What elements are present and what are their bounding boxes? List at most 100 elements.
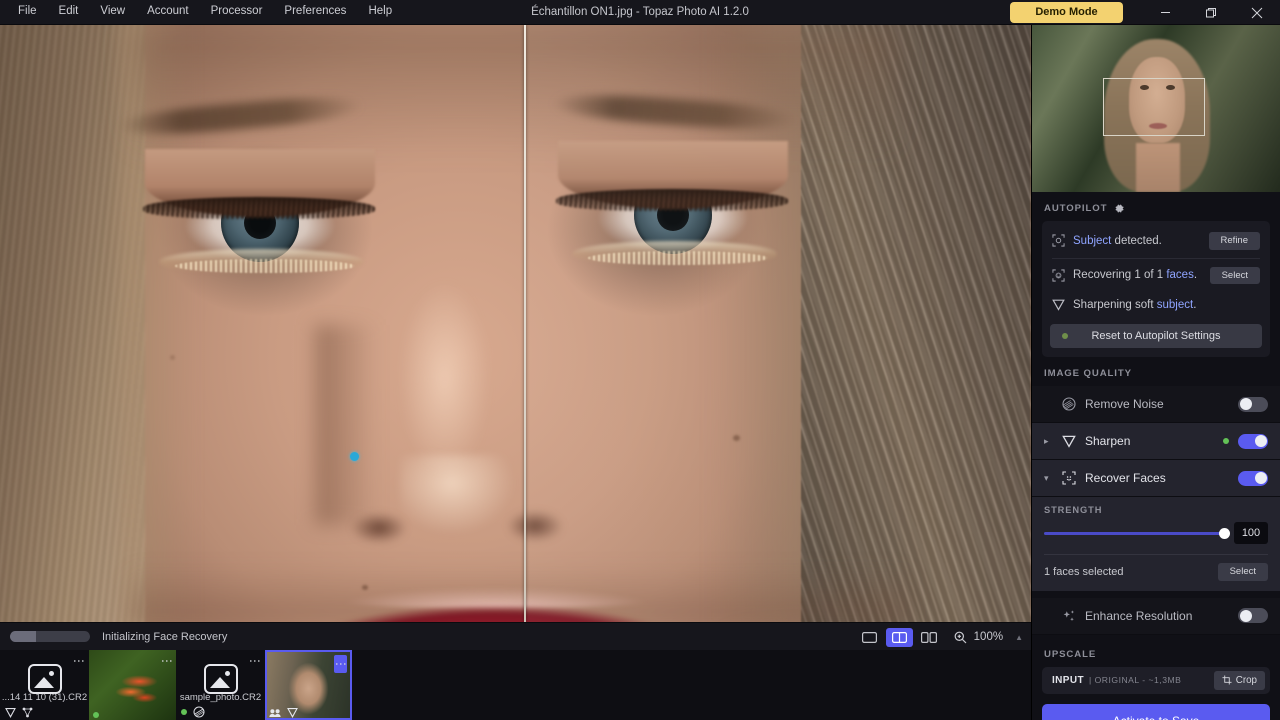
toggle-remove-noise[interactable]: [1238, 396, 1268, 412]
maximize-button[interactable]: [1188, 0, 1234, 25]
faces-selected-text: 1 faces selected: [1044, 565, 1124, 578]
preview-neck: [1136, 143, 1180, 192]
subject-link[interactable]: Subject: [1073, 235, 1111, 247]
filter-row-enhance-resolution[interactable]: Enhance Resolution: [1032, 597, 1280, 635]
filter-row-recover-faces[interactable]: ▾ Recover Faces: [1032, 460, 1280, 497]
select-faces-button[interactable]: Select: [1209, 266, 1260, 284]
refine-button[interactable]: Refine: [1208, 232, 1260, 250]
gear-icon[interactable]: [1114, 203, 1125, 214]
navigator-viewport-rect[interactable]: [1103, 78, 1205, 136]
image-canvas[interactable]: [0, 25, 1031, 622]
sharpen-icon: [5, 707, 16, 718]
activate-to-save-button[interactable]: Activate to Save: [1042, 703, 1270, 720]
autopilot-subject-text: Subject detected.: [1073, 235, 1162, 247]
faces-pre: Recovering 1 of 1: [1073, 269, 1167, 282]
kebab-menu-icon[interactable]: ⋮: [334, 655, 348, 673]
faces-icon: [269, 708, 281, 718]
menu-item-preferences[interactable]: Preferences: [273, 2, 357, 22]
filmstrip-item-badges: [93, 712, 99, 718]
zoom-control[interactable]: 100%: [954, 631, 1003, 644]
select-faces-button-2[interactable]: Select: [1217, 563, 1268, 581]
menu-bar: File Edit View Account Processor Prefere…: [0, 2, 403, 22]
upscale-input-card[interactable]: INPUT | ORIGINAL - ~1,3MB Crop: [1042, 666, 1270, 694]
subject-detect-icon: [1052, 234, 1065, 247]
faces-selected-row: 1 faces selected Select: [1044, 554, 1268, 581]
crop-icon: [1222, 675, 1232, 685]
zoom-in-icon: [954, 631, 967, 644]
title-bar: File Edit View Account Processor Prefere…: [0, 0, 1280, 25]
chevron-down-icon[interactable]: ▾: [1044, 473, 1053, 484]
slider-handle[interactable]: [1219, 527, 1230, 539]
navigator-preview[interactable]: [1032, 25, 1280, 192]
toggle-enhance-resolution[interactable]: [1238, 608, 1268, 623]
autopilot-title: AUTOPILOT: [1044, 203, 1108, 214]
view-mode-single[interactable]: [856, 628, 883, 647]
view-mode-split[interactable]: [885, 627, 913, 647]
input-label: INPUT: [1052, 674, 1084, 686]
menu-item-processor[interactable]: Processor: [200, 2, 274, 22]
chevron-right-icon[interactable]: ▸: [1044, 436, 1053, 447]
filmstrip-item-2[interactable]: sample_photo.CR2 ⋮: [177, 650, 264, 720]
crop-button[interactable]: Crop: [1213, 670, 1265, 690]
filmstrip-item-label: ...14 11 10 (31).CR2: [1, 692, 88, 703]
crop-button-label: Crop: [1235, 674, 1257, 686]
close-button[interactable]: [1234, 0, 1280, 25]
image-placeholder-icon: [203, 664, 238, 694]
faces-link[interactable]: faces: [1166, 269, 1194, 281]
toggle-recover-faces[interactable]: [1238, 470, 1268, 486]
reset-status-dot: [1062, 333, 1068, 339]
subject-link-2[interactable]: subject: [1157, 299, 1193, 311]
filter-label-enhance-resolution: Enhance Resolution: [1085, 608, 1193, 623]
toggle-sharpen[interactable]: [1238, 433, 1268, 449]
eye-right: [556, 141, 788, 269]
menu-item-view[interactable]: View: [89, 2, 136, 22]
eye-shimmer: [175, 259, 355, 273]
toggle-knob: [1239, 398, 1252, 410]
noise-icon: [1062, 397, 1076, 411]
nostril-right: [508, 511, 562, 541]
toggle-knob: [1239, 609, 1252, 622]
filter-label-sharpen: Sharpen: [1085, 434, 1131, 448]
filmstrip-item-0[interactable]: ...14 11 10 (31).CR2 ⋮: [1, 650, 88, 720]
window-controls: Demo Mode: [1010, 0, 1280, 25]
view-mode-side-by-side[interactable]: [916, 628, 943, 647]
reset-autopilot-button[interactable]: Reset to Autopilot Settings: [1050, 324, 1262, 348]
minimize-button[interactable]: [1142, 0, 1188, 25]
filmstrip-item-badges: [269, 707, 298, 718]
filmstrip-item-1[interactable]: ⋮: [89, 650, 176, 720]
strength-label: STRENGTH: [1044, 505, 1103, 515]
image-quality-section-header: IMAGE QUALITY: [1032, 357, 1280, 386]
menu-item-file[interactable]: File: [7, 2, 48, 22]
panel-scroll-area[interactable]: AUTOPILOT Subject detected. Refine Recov…: [1032, 192, 1280, 720]
filter-row-remove-noise[interactable]: Remove Noise: [1032, 386, 1280, 423]
topaz-photo-ai-window: File Edit View Account Processor Prefere…: [0, 0, 1280, 720]
eye-shimmer: [588, 251, 768, 265]
upscale-title: UPSCALE: [1044, 648, 1097, 660]
kebab-menu-icon[interactable]: ⋮: [72, 655, 86, 667]
autopilot-card: Subject detected. Refine Recovering 1 of…: [1042, 221, 1270, 357]
sharpen-status-dot: [1223, 438, 1229, 444]
kebab-menu-icon[interactable]: ⋮: [160, 655, 174, 667]
menu-item-account[interactable]: Account: [136, 2, 200, 22]
hair-left: [0, 25, 145, 622]
sharpen-icon: [1052, 298, 1065, 311]
progress-bar: [10, 631, 90, 642]
menu-item-edit[interactable]: Edit: [48, 2, 90, 22]
reset-autopilot-label: Reset to Autopilot Settings: [1091, 330, 1221, 342]
strength-slider[interactable]: [1044, 527, 1230, 539]
upscale-section-header: UPSCALE: [1032, 635, 1280, 667]
nostril-left: [352, 513, 406, 543]
chevron-up-icon[interactable]: ▲: [1015, 633, 1023, 642]
demo-mode-badge[interactable]: Demo Mode: [1010, 1, 1123, 24]
filmstrip-item-3[interactable]: ⋮: [265, 650, 352, 720]
eye-left: [143, 149, 375, 277]
strength-value[interactable]: 100: [1234, 522, 1268, 544]
sharpen-icon: [287, 707, 298, 718]
split-view-divider[interactable]: [524, 25, 526, 622]
filmstrip: ...14 11 10 (31).CR2 ⋮ ⋮ sample_photo.CR…: [0, 650, 1031, 720]
menu-item-help[interactable]: Help: [357, 2, 403, 22]
resolution-icon: [22, 707, 33, 718]
filter-row-sharpen[interactable]: ▸ Sharpen: [1032, 423, 1280, 460]
view-tools: 100% ▲: [856, 623, 1023, 651]
kebab-menu-icon[interactable]: ⋮: [248, 655, 262, 667]
